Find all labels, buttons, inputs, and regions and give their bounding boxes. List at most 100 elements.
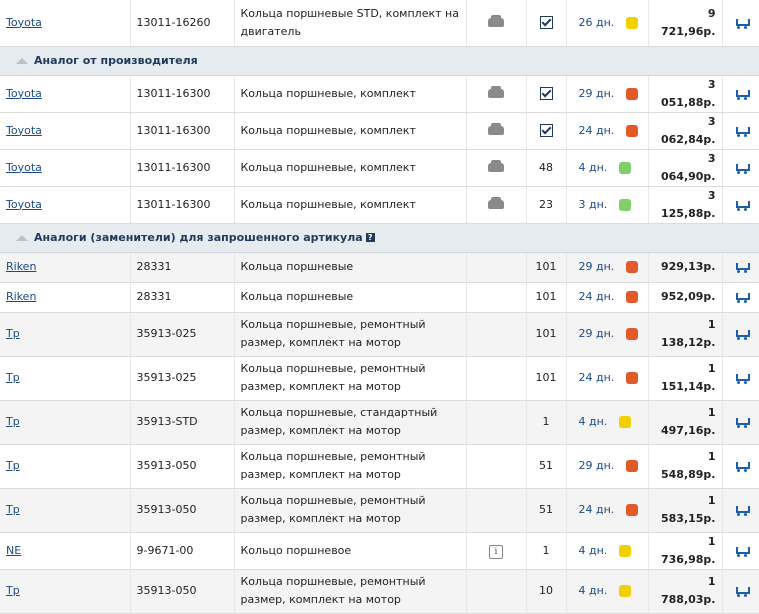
add-to-cart-icon[interactable] (734, 199, 750, 211)
qty-cell (526, 112, 567, 150)
availability-checkbox[interactable] (539, 124, 553, 137)
delivery-days: 29 дн. (578, 260, 615, 273)
car-icon[interactable] (488, 197, 504, 209)
brand-cell: Toyota (0, 186, 131, 224)
brand-link[interactable]: Tp (6, 584, 20, 597)
article-cell: 35913-050 (130, 569, 235, 614)
brand-link[interactable]: Toyota (6, 87, 42, 100)
icon-cell (466, 356, 527, 401)
add-to-cart-icon[interactable] (734, 545, 750, 557)
price-cell: 9 721,96р. (648, 0, 723, 47)
status-indicator (619, 544, 632, 557)
delivery-cell: 29 дн. (566, 312, 649, 357)
article-cell: 13011-16260 (130, 0, 235, 47)
table-row: Tp 35913-025 Кольца поршневые, ремонтный р… (0, 356, 759, 401)
brand-link[interactable]: Toyota (6, 16, 42, 29)
add-to-cart-icon[interactable] (734, 460, 750, 472)
add-to-cart-icon[interactable] (734, 162, 750, 174)
description-cell: Кольца поршневые, комплект (234, 149, 467, 187)
quantity: 101 (535, 371, 557, 384)
article-cell: 35913-050 (130, 488, 235, 533)
add-to-cart-icon[interactable] (734, 17, 750, 29)
section-header[interactable]: Аналоги (заменители) для запрошенного ар… (0, 223, 759, 253)
icon-cell (466, 0, 527, 47)
brand-link[interactable]: Tp (6, 415, 20, 428)
add-to-cart-icon[interactable] (734, 88, 750, 100)
quantity: 51 (539, 503, 553, 516)
cart-cell (722, 444, 759, 489)
icon-cell (466, 488, 527, 533)
section-header[interactable]: Аналог от производителя (0, 46, 759, 76)
article-cell: 13011-16300 (130, 149, 235, 187)
car-icon[interactable] (488, 15, 504, 28)
add-to-cart-icon[interactable] (734, 261, 750, 273)
help-icon[interactable]: ? (365, 233, 375, 242)
table-row: Riken 28331 Кольца поршневые 101 24 дн. 952,0… (0, 282, 759, 313)
brand-cell: Riken (0, 282, 131, 313)
car-icon[interactable] (488, 123, 504, 135)
delivery-cell: 24 дн. (566, 282, 649, 313)
brand-cell: NE (0, 532, 131, 570)
brand-link[interactable]: Riken (6, 260, 36, 273)
price-cell: 929,13р. (648, 252, 723, 283)
qty-cell: 23 (526, 186, 567, 224)
add-to-cart-icon[interactable] (734, 585, 750, 597)
status-indicator (626, 124, 639, 137)
cart-cell (722, 0, 759, 47)
brand-link[interactable]: NE (6, 544, 21, 557)
info-icon[interactable]: i (489, 544, 503, 559)
delivery-cell: 24 дн. (566, 356, 649, 401)
brand-link[interactable]: Tp (6, 327, 20, 340)
add-to-cart-icon[interactable] (734, 504, 750, 516)
icon-cell (466, 569, 527, 614)
article-cell: 9-9671-00 (130, 532, 235, 570)
cart-cell (722, 252, 759, 283)
brand-link[interactable]: Riken (6, 290, 36, 303)
table-row: Toyota 13011-16300 Кольца поршневые, компл… (0, 186, 759, 224)
table-row: Toyota 13011-16260 Кольца поршневые STD, к… (0, 0, 759, 47)
icon-cell (466, 444, 527, 489)
brand-link[interactable]: Tp (6, 371, 20, 384)
car-icon[interactable] (488, 86, 504, 98)
table-row: Tp 35913-050 Кольца поршневые, ремонтный р… (0, 488, 759, 533)
collapse-arrow-icon[interactable] (16, 234, 28, 241)
brand-link[interactable]: Toyota (6, 161, 42, 174)
brand-cell: Toyota (0, 112, 131, 150)
price-cell: 1 548,89р. (648, 444, 723, 489)
add-to-cart-icon[interactable] (734, 125, 750, 137)
add-to-cart-icon[interactable] (734, 372, 750, 384)
brand-link[interactable]: Toyota (6, 198, 42, 211)
icon-cell (466, 149, 527, 187)
table-row: NE 9-9671-00 Кольцо поршневое i 1 4 дн. 1 736,… (0, 532, 759, 570)
add-to-cart-icon[interactable] (734, 291, 750, 303)
brand-cell: Tp (0, 488, 131, 533)
price-cell: 1 138,12р. (648, 312, 723, 357)
price-cell: 1 788,03р. (648, 569, 723, 614)
description-cell: Кольца поршневые, ремонтный размер, комп… (234, 312, 467, 357)
table-row: Toyota 13011-16300 Кольца поршневые, компл… (0, 112, 759, 150)
section-title: Аналоги (заменители) для запрошенного ар… (34, 230, 363, 244)
cart-cell (722, 569, 759, 614)
article-cell: 28331 (130, 282, 235, 313)
delivery-days: 3 дн. (578, 197, 608, 211)
car-icon[interactable] (488, 160, 504, 172)
description-cell: Кольца поршневые (234, 252, 467, 283)
brand-cell: Riken (0, 252, 131, 283)
description-cell: Кольца поршневые, ремонтный размер, комп… (234, 356, 467, 401)
table-row: Toyota 13011-16300 Кольца поршневые, компл… (0, 75, 759, 113)
description-cell: Кольца поршневые, ремонтный размер, комп… (234, 444, 467, 489)
brand-link[interactable]: Toyota (6, 124, 42, 137)
delivery-days: 29 дн. (578, 86, 615, 100)
brand-link[interactable]: Tp (6, 503, 20, 516)
collapse-arrow-icon[interactable] (16, 57, 28, 64)
availability-checkbox[interactable] (539, 87, 553, 100)
icon-cell (466, 312, 527, 357)
price-cell: 1 736,98р. (648, 532, 723, 570)
availability-checkbox[interactable] (539, 16, 553, 30)
article-cell: 35913-STD (130, 400, 235, 445)
brand-link[interactable]: Tp (6, 459, 20, 472)
add-to-cart-icon[interactable] (734, 416, 750, 428)
qty-cell: 10 (526, 569, 567, 614)
status-indicator (626, 460, 639, 472)
add-to-cart-icon[interactable] (734, 328, 750, 340)
